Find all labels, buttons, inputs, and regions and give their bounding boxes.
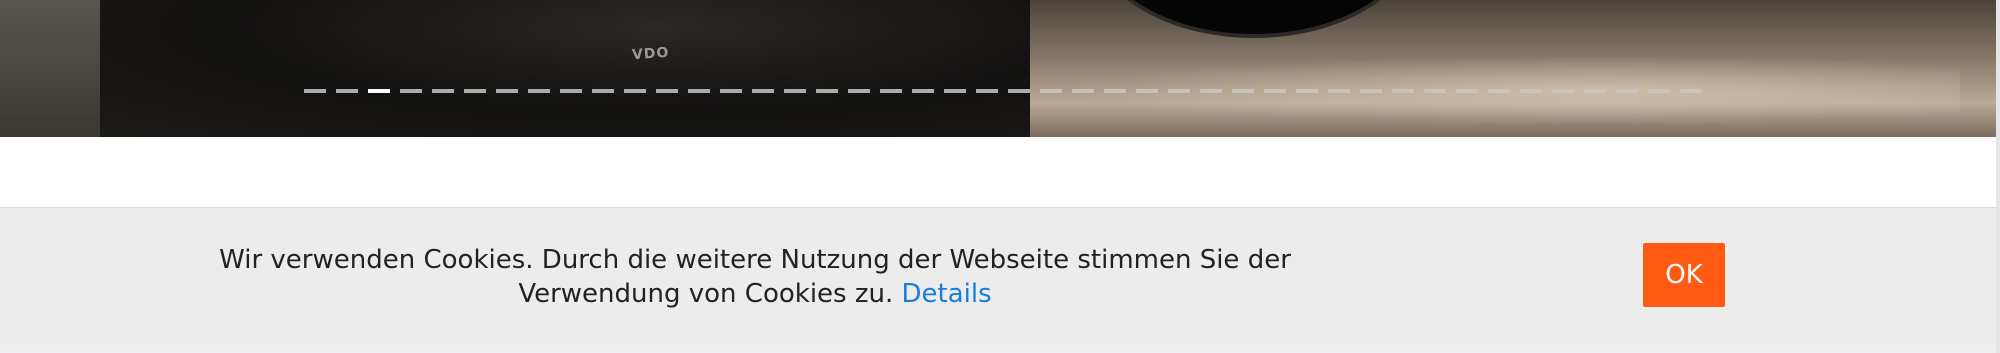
hero-image-left-panel [0,0,100,137]
slider-dot[interactable] [1008,89,1030,93]
scrollbar[interactable] [1996,0,2000,353]
cookie-ok-button[interactable]: OK [1643,243,1725,307]
slider-dot[interactable] [1136,89,1158,93]
vdo-logo: VDO [631,44,670,64]
slider-dot[interactable] [848,89,870,93]
slider-dot[interactable] [336,89,358,93]
slider-dot[interactable] [560,89,582,93]
slider-dot[interactable] [816,89,838,93]
slider-dot[interactable] [624,89,646,93]
slider-dot[interactable] [1040,89,1062,93]
content-spacer [0,137,1996,208]
slider-dot[interactable] [688,89,710,93]
slider-dot[interactable] [592,89,614,93]
slider-dot[interactable] [1296,89,1318,93]
slider-dot[interactable] [752,89,774,93]
slider-dot[interactable] [1680,89,1702,93]
slider-dot-active[interactable] [368,89,390,93]
slider-dot[interactable] [944,89,966,93]
slider-dot[interactable] [720,89,742,93]
slider-dot[interactable] [1328,89,1350,93]
slider-dot[interactable] [464,89,486,93]
slider-dot[interactable] [1456,89,1478,93]
slider-dot[interactable] [1168,89,1190,93]
cookie-details-link[interactable]: Details [902,279,992,309]
cookie-message-text: Wir verwenden Cookies. Durch die weitere… [219,245,1291,309]
slider-dot[interactable] [976,89,998,93]
slider-dot[interactable] [784,89,806,93]
slider-dot[interactable] [1424,89,1446,93]
cookie-banner: Wir verwenden Cookies. Durch die weitere… [0,208,1996,345]
slider-dot[interactable] [656,89,678,93]
slider-dot[interactable] [1584,89,1606,93]
slider-dot[interactable] [1616,89,1638,93]
hero-banner: VDO [0,0,1996,137]
slider-dot[interactable] [880,89,902,93]
slider-dot[interactable] [432,89,454,93]
slider-dot[interactable] [1488,89,1510,93]
slider-dot[interactable] [1520,89,1542,93]
slider-dot[interactable] [528,89,550,93]
slider-dot[interactable] [304,89,326,93]
slider-dot[interactable] [1552,89,1574,93]
slider-dot[interactable] [1264,89,1286,93]
slider-dot[interactable] [1232,89,1254,93]
slider-dot[interactable] [496,89,518,93]
cookie-message: Wir verwenden Cookies. Durch die weitere… [200,243,1310,311]
slider-dot[interactable] [1104,89,1126,93]
slider-dot[interactable] [400,89,422,93]
slider-dot[interactable] [1072,89,1094,93]
hero-image-dashboard [100,0,1030,137]
slider-dot[interactable] [912,89,934,93]
slider-pagination [304,89,1702,93]
slider-dot[interactable] [1360,89,1382,93]
slider-dot[interactable] [1200,89,1222,93]
slider-dot[interactable] [1392,89,1414,93]
slider-dot[interactable] [1648,89,1670,93]
